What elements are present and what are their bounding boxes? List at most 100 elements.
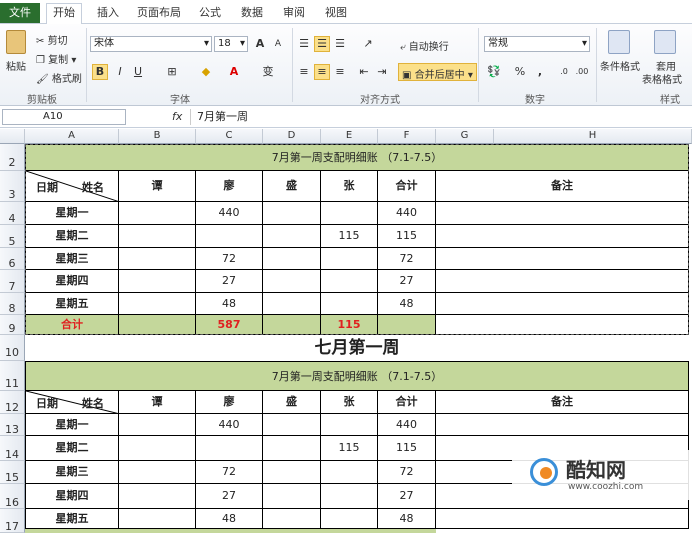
table-cell[interactable] [263, 436, 321, 461]
sum-label[interactable]: 合计 [25, 315, 119, 335]
comma-button[interactable]: , [532, 64, 548, 80]
table-cell[interactable] [119, 315, 196, 335]
format-as-table-icon[interactable] [654, 30, 676, 54]
header-sheng[interactable]: 盛 [263, 391, 321, 414]
cut-button[interactable]: ✂ 剪切 [36, 32, 68, 47]
table-cell[interactable]: 115 [321, 436, 378, 461]
table-cell[interactable] [436, 315, 689, 335]
table-cell[interactable] [263, 270, 321, 293]
sum-liao[interactable]: 587 [196, 315, 263, 335]
table2-header-diagonal[interactable]: 日期 姓名 [25, 391, 119, 414]
table-row-day[interactable]: 星期五 [25, 293, 119, 315]
row-header[interactable]: 8 [0, 293, 25, 315]
format-painter-button[interactable]: 🖌 格式刷 [36, 70, 82, 85]
table-cell[interactable] [119, 484, 196, 509]
header-sheng[interactable]: 盛 [263, 171, 321, 202]
table-cell[interactable] [119, 461, 196, 484]
header-zhang[interactable]: 张 [321, 391, 378, 414]
table-cell[interactable] [119, 225, 196, 248]
align-left-icon[interactable]: ≡ [296, 64, 312, 80]
table-cell[interactable] [321, 414, 378, 436]
row-header[interactable]: 16 [0, 484, 25, 509]
table-row-day[interactable]: 星期三 [25, 461, 119, 484]
font-name-select[interactable]: 宋体 ▾ [90, 36, 212, 52]
tab-file[interactable]: 文件 [0, 3, 40, 23]
table-cell[interactable]: 27 [378, 484, 436, 509]
table-cell[interactable]: 72 [196, 461, 263, 484]
table-cell[interactable] [119, 202, 196, 225]
increase-indent-icon[interactable]: ⇥ [374, 64, 390, 80]
fx-icon[interactable]: fx [172, 110, 182, 123]
row-header[interactable]: 14 [0, 436, 25, 461]
table-cell[interactable] [196, 436, 263, 461]
orientation-icon[interactable]: ↗ [360, 36, 376, 52]
table-row-day[interactable]: 星期四 [25, 484, 119, 509]
table-cell[interactable] [436, 509, 689, 529]
row-header[interactable]: 10 [0, 335, 25, 361]
table1-title[interactable]: 7月第一周支配明细账 （7.1-7.5） [25, 144, 689, 171]
header-total[interactable]: 合计 [378, 171, 436, 202]
table-cell[interactable] [436, 202, 689, 225]
table-cell[interactable]: 115 [378, 436, 436, 461]
table-cell[interactable] [263, 202, 321, 225]
table-cell[interactable]: 440 [378, 202, 436, 225]
table-cell[interactable] [119, 414, 196, 436]
align-right-icon[interactable]: ≡ [332, 64, 348, 80]
shrink-font-button[interactable]: A [270, 36, 286, 52]
table-cell[interactable] [436, 293, 689, 315]
column-header-c[interactable]: C [196, 129, 263, 144]
table-cell[interactable] [119, 436, 196, 461]
row-header[interactable]: 17 [0, 509, 25, 533]
align-middle-icon[interactable]: ☰ [314, 36, 330, 52]
percent-button[interactable]: % [512, 64, 528, 80]
table-cell[interactable] [321, 484, 378, 509]
table-row-day[interactable]: 星期二 [25, 436, 119, 461]
table-cell[interactable]: 27 [378, 270, 436, 293]
table-cell[interactable] [436, 225, 689, 248]
table-cell[interactable]: 27 [196, 270, 263, 293]
underline-button[interactable]: U [130, 64, 146, 80]
table-cell[interactable] [263, 414, 321, 436]
table2-title[interactable]: 7月第一周支配明细账 （7.1-7.5） [25, 361, 689, 391]
currency-icon[interactable]: 💱 [486, 64, 502, 80]
copy-button[interactable]: ❐ 复制 ▾ [36, 51, 76, 66]
table-cell[interactable] [378, 315, 436, 335]
border-icon[interactable]: ⊞ [164, 64, 180, 80]
row-header[interactable]: 3 [0, 171, 25, 202]
decrease-indent-icon[interactable]: ⇤ [356, 64, 372, 80]
fill-color-icon[interactable]: ◆ [198, 64, 214, 80]
header-note[interactable]: 备注 [436, 391, 689, 414]
row-header[interactable]: 15 [0, 461, 25, 484]
table-cell[interactable]: 48 [378, 509, 436, 529]
header-liao[interactable]: 廖 [196, 171, 263, 202]
row-header[interactable]: 2 [0, 144, 25, 171]
conditional-format-icon[interactable] [608, 30, 630, 54]
header-zhang[interactable]: 张 [321, 171, 378, 202]
table-cell[interactable] [321, 509, 378, 529]
sheet-heading[interactable]: 七月第一周 [25, 335, 689, 361]
table-row-day[interactable]: 星期三 [25, 248, 119, 270]
table-row-day[interactable]: 星期五 [25, 509, 119, 529]
table-cell[interactable] [119, 509, 196, 529]
phonetic-button[interactable]: 变 [260, 64, 276, 80]
table-cell[interactable]: 115 [321, 225, 378, 248]
table-cell[interactable] [263, 484, 321, 509]
table-cell[interactable] [436, 270, 689, 293]
table-cell[interactable] [119, 270, 196, 293]
table-cell[interactable]: 27 [196, 484, 263, 509]
header-liao[interactable]: 廖 [196, 391, 263, 414]
table-cell[interactable]: 440 [196, 202, 263, 225]
format-as-table-button-2[interactable]: 表格格式 [642, 71, 682, 86]
table-cell[interactable]: 72 [196, 248, 263, 270]
select-all-corner[interactable] [0, 129, 25, 144]
bold-button[interactable]: B [92, 64, 108, 80]
table1-header-diagonal[interactable]: 日期 姓名 [25, 171, 119, 202]
font-size-select[interactable]: 18 ▾ [214, 36, 248, 52]
row-header[interactable]: 12 [0, 391, 25, 414]
row-header[interactable]: 6 [0, 248, 25, 270]
tab-formulas[interactable]: 公式 [194, 4, 226, 24]
column-header-h[interactable]: H [494, 129, 692, 144]
row-header[interactable]: 11 [0, 361, 25, 391]
table-cell[interactable]: 48 [196, 509, 263, 529]
table-cell[interactable] [263, 461, 321, 484]
